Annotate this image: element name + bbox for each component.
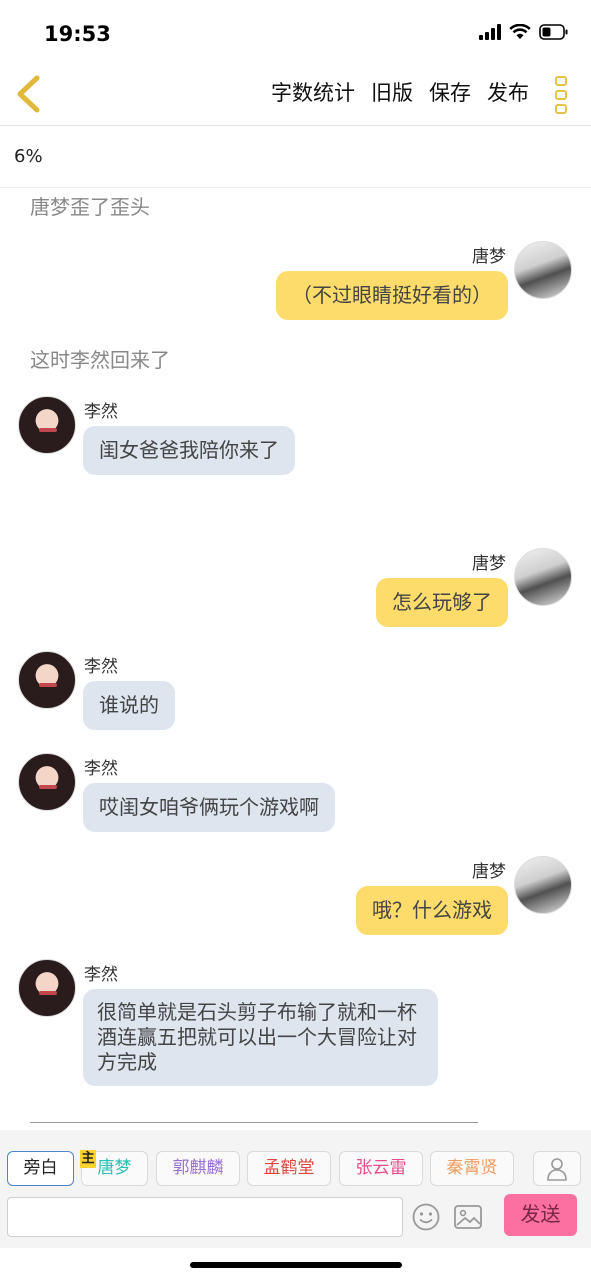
input-bar: 发送 (0, 1190, 591, 1248)
wifi-icon (509, 24, 531, 40)
divider (30, 1122, 478, 1123)
chat-bubble[interactable]: 哎闺女咱爷俩玩个游戏啊 (83, 783, 335, 832)
save-button[interactable]: 保存 (429, 78, 471, 108)
progress-percent: 6% (14, 146, 43, 167)
sender-name: 李然 (84, 965, 118, 985)
chevron-left-icon (17, 75, 40, 113)
character-tab-label: 秦霄贤 (446, 1158, 498, 1178)
avatar[interactable] (514, 241, 572, 299)
chat-bubble[interactable]: 闺女爸爸我陪你来了 (83, 426, 295, 475)
character-tab-label: 张云雷 (355, 1158, 407, 1178)
character-tab-label: 孟鹤堂 (263, 1158, 315, 1178)
narration-text: 这时李然回来了 (30, 348, 170, 372)
battery-icon (539, 24, 569, 40)
more-menu-icon[interactable] (551, 74, 571, 116)
chat-bubble[interactable]: 谁说的 (83, 681, 175, 730)
avatar[interactable] (18, 651, 76, 709)
sender-name: 唐梦 (472, 554, 506, 574)
status-icons (479, 24, 569, 40)
signal-icon (479, 24, 501, 40)
host-badge: 主 (80, 1150, 96, 1168)
sender-name: 李然 (84, 759, 118, 779)
sender-name: 唐梦 (472, 247, 506, 267)
image-icon (454, 1205, 482, 1229)
sender-name: 李然 (84, 657, 118, 677)
avatar[interactable] (18, 396, 76, 454)
add-character-button[interactable] (533, 1151, 581, 1186)
user-icon (547, 1157, 567, 1181)
image-button[interactable] (453, 1203, 483, 1231)
emoji-button[interactable] (411, 1202, 441, 1232)
home-indicator (190, 1262, 402, 1268)
publish-button[interactable]: 发布 (487, 78, 529, 108)
character-tab-label: 郭麒麟 (172, 1158, 224, 1178)
narration-text: 唐梦歪了歪头 (30, 195, 150, 219)
chat-bubble[interactable]: 哦？什么游戏 (356, 886, 508, 935)
character-tab-zhangyunlei[interactable]: 张云雷 (339, 1151, 423, 1186)
character-bar: 旁白 唐梦 主 郭麒麟 孟鹤堂 张云雷 秦霄贤 (0, 1130, 591, 1190)
send-button[interactable]: 发送 (504, 1194, 577, 1236)
status-bar: 19:53 (0, 0, 591, 66)
chat-bubble[interactable]: 怎么玩够了 (376, 578, 508, 627)
avatar[interactable] (514, 548, 572, 606)
message-input[interactable] (7, 1197, 403, 1237)
chat-area[interactable]: 唐梦歪了歪头 唐梦 （不过眼睛挺好看的） 这时李然回来了 李然 闺女爸爸我陪你来… (0, 189, 591, 1129)
status-time: 19:53 (44, 22, 111, 46)
character-tab-label: 唐梦 (97, 1158, 132, 1178)
emoji-icon (412, 1203, 440, 1231)
sender-name: 李然 (84, 402, 118, 422)
word-count-button[interactable]: 字数统计 (271, 78, 355, 108)
nav-actions: 字数统计 旧版 保存 发布 (271, 78, 529, 108)
avatar[interactable] (514, 856, 572, 914)
sender-name: 唐梦 (472, 862, 506, 882)
character-tab-narrator[interactable]: 旁白 (7, 1151, 74, 1186)
avatar[interactable] (18, 753, 76, 811)
old-version-button[interactable]: 旧版 (371, 78, 413, 108)
chat-bubble[interactable]: （不过眼睛挺好看的） (276, 271, 508, 320)
back-button[interactable] (10, 74, 46, 114)
character-tab-qinxiaoxian[interactable]: 秦霄贤 (430, 1151, 514, 1186)
character-tab-menghetang[interactable]: 孟鹤堂 (247, 1151, 331, 1186)
progress-row: 6% (0, 127, 591, 188)
chat-bubble[interactable]: 很简单就是石头剪子布输了就和一杯酒连赢五把就可以出一个大冒险让对方完成 (83, 989, 438, 1086)
avatar[interactable] (18, 959, 76, 1017)
character-tab-guoqilin[interactable]: 郭麒麟 (156, 1151, 240, 1186)
nav-bar: 字数统计 旧版 保存 发布 (0, 66, 591, 126)
character-tab-label: 旁白 (23, 1158, 58, 1178)
